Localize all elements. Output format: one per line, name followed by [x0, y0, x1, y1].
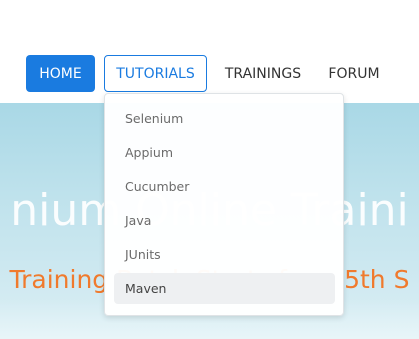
tutorials-dropdown-menu: Selenium Appium Cucumber Java JUnits Mav…	[104, 93, 344, 316]
menu-item-appium[interactable]: Appium	[114, 137, 335, 168]
menu-item-selenium[interactable]: Selenium	[114, 103, 335, 134]
nav-tutorials[interactable]: TUTORIALS	[104, 55, 207, 92]
nav-trainings[interactable]: TRAININGS	[215, 55, 311, 92]
menu-item-junits[interactable]: JUnits	[114, 239, 335, 270]
menu-item-cucumber[interactable]: Cucumber	[114, 171, 335, 202]
menu-item-maven[interactable]: Maven	[114, 273, 335, 304]
menu-item-java[interactable]: Java	[114, 205, 335, 236]
nav-home[interactable]: HOME	[26, 55, 95, 92]
nav-forum[interactable]: FORUM	[325, 55, 383, 92]
main-nav: HOME TUTORIALS TRAININGS FORUM	[26, 55, 383, 92]
